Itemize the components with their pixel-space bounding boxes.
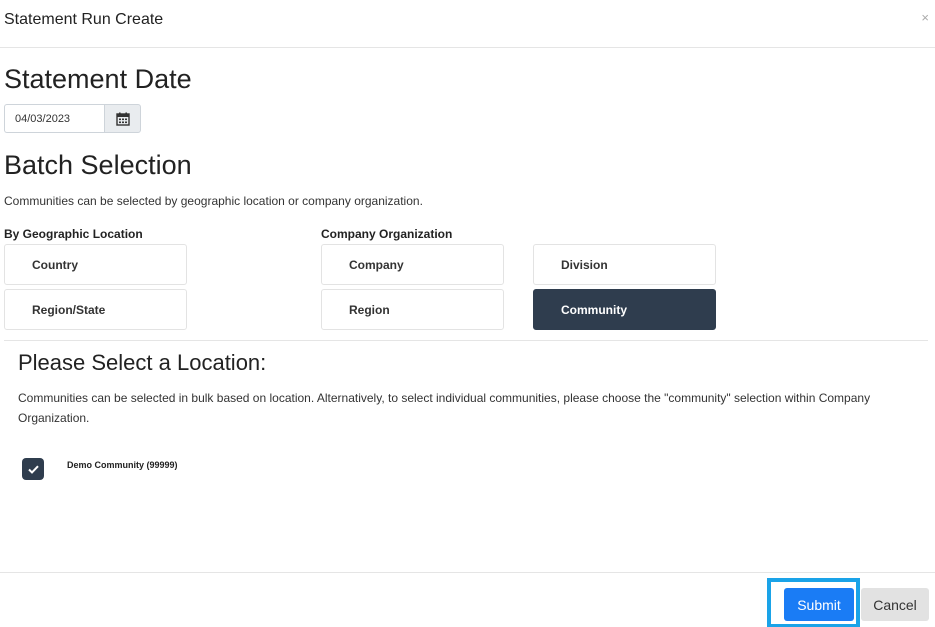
region-state-option-button[interactable]: Region/State: [4, 289, 187, 330]
modal-title: Statement Run Create: [4, 11, 164, 28]
company-option-button[interactable]: Company: [321, 244, 504, 285]
demo-community-checkbox[interactable]: [22, 458, 44, 480]
cancel-button[interactable]: Cancel: [861, 588, 929, 621]
statement-date-heading: Statement Date: [4, 64, 192, 94]
batch-selection-description: Communities can be selected by geographi…: [4, 194, 423, 208]
geographic-location-label: By Geographic Location: [4, 227, 143, 241]
location-section-divider: [4, 340, 928, 341]
checkmark-icon: [27, 465, 39, 474]
division-option-button[interactable]: Division: [533, 244, 716, 285]
select-location-heading: Please Select a Location:: [18, 350, 267, 375]
community-list-item: Demo Community (99999): [22, 458, 178, 480]
close-icon[interactable]: ×: [921, 10, 929, 25]
select-location-description: Communities can be selected in bulk base…: [18, 391, 871, 425]
batch-selection-heading: Batch Selection: [4, 150, 192, 180]
calendar-icon: [115, 112, 130, 126]
calendar-button[interactable]: [104, 104, 141, 133]
modal-header: Statement Run Create ×: [0, 0, 935, 48]
statement-date-input[interactable]: [4, 104, 104, 133]
region-option-button[interactable]: Region: [321, 289, 504, 330]
company-organization-label: Company Organization: [321, 227, 453, 241]
statement-date-picker: [4, 104, 141, 133]
submit-button[interactable]: Submit: [784, 588, 854, 621]
demo-community-label: Demo Community (99999): [67, 460, 178, 470]
community-option-button[interactable]: Community: [533, 289, 716, 330]
country-option-button[interactable]: Country: [4, 244, 187, 285]
